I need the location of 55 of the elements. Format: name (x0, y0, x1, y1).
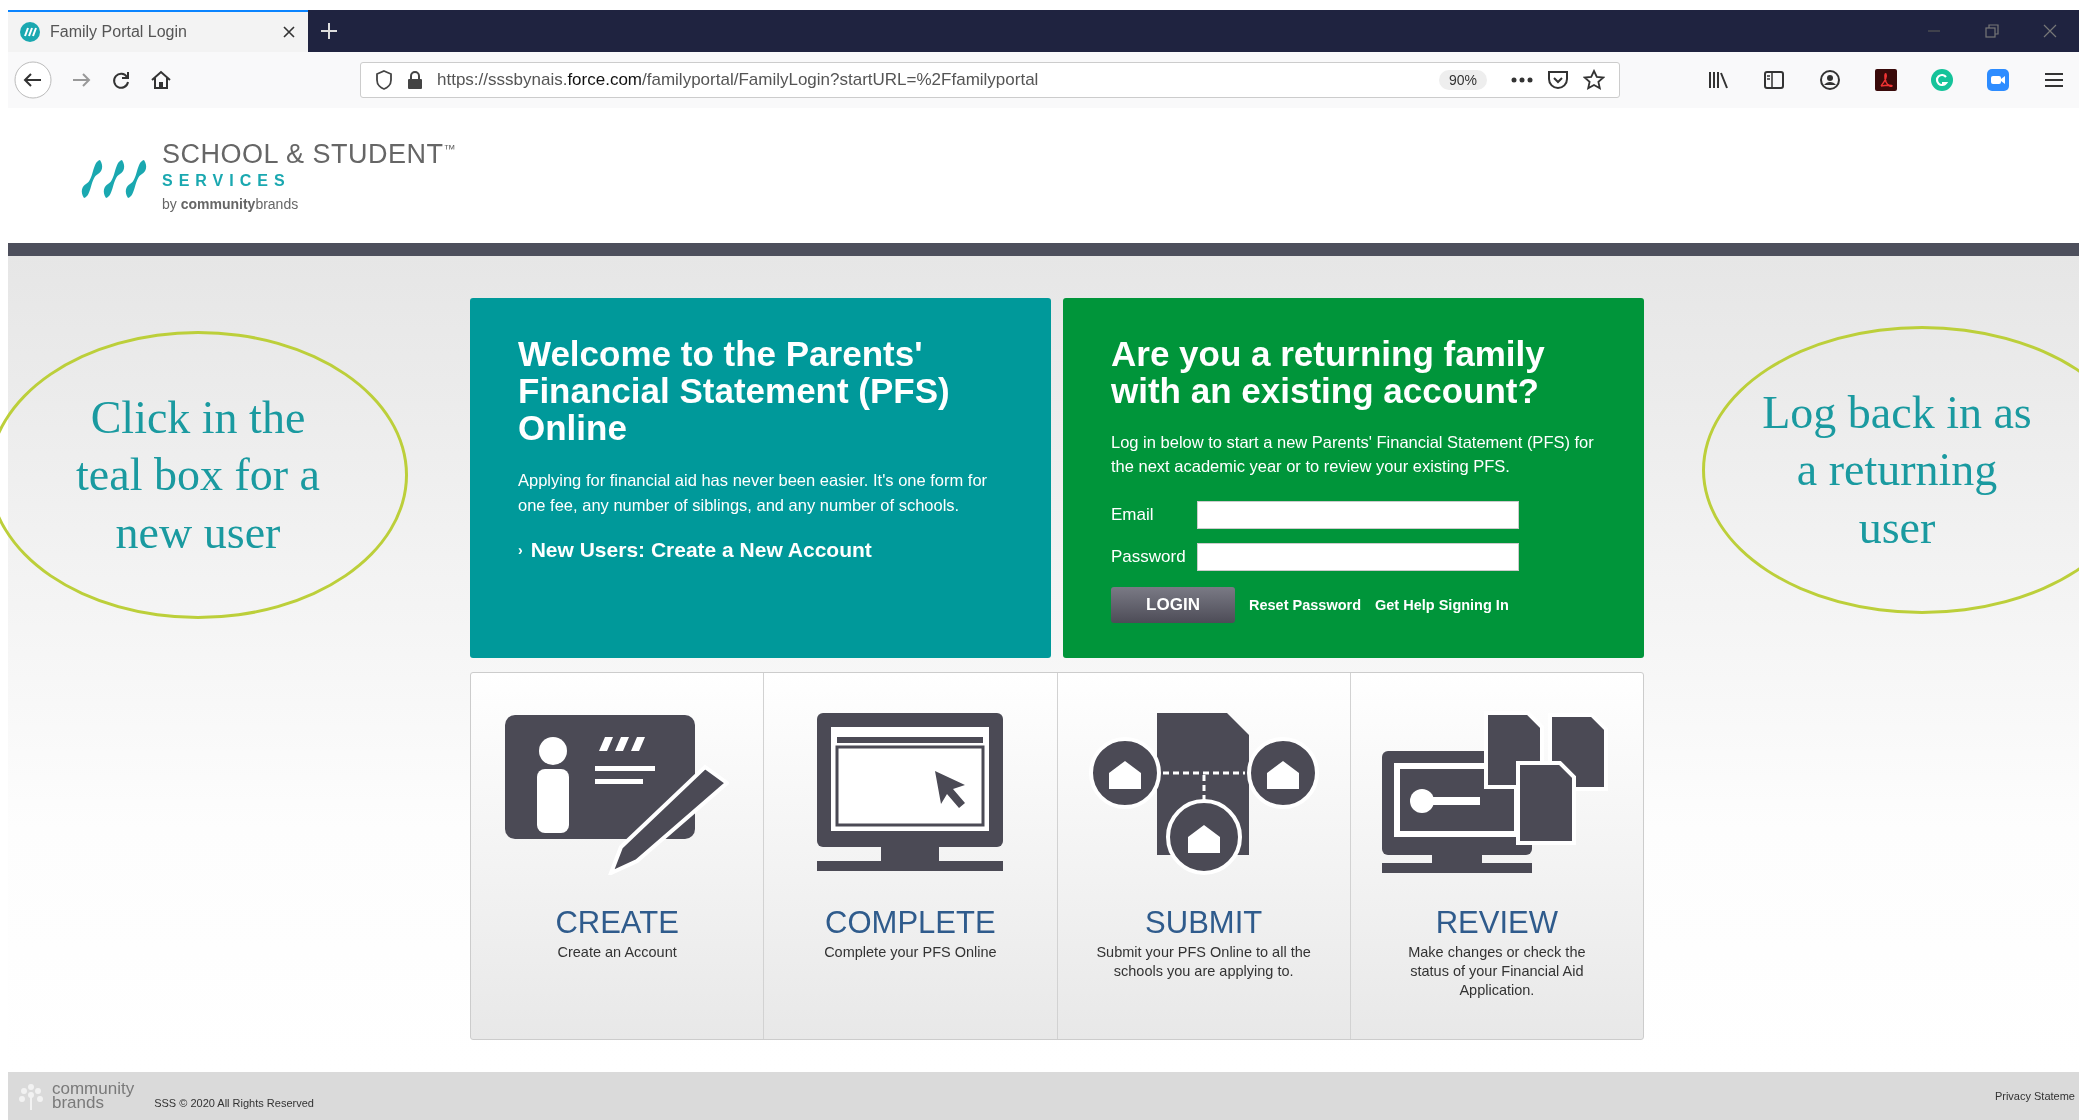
login-button[interactable]: LOGIN (1111, 587, 1235, 623)
trademark-sign: ™ (443, 142, 457, 156)
callout-text: Click in the teal box for a new user (75, 390, 321, 560)
logo-title: SCHOOL & STUDENT (162, 139, 444, 169)
tree-logo-icon (16, 1081, 46, 1111)
zoom-level[interactable]: 90% (1438, 70, 1487, 90)
account-icon[interactable] (1819, 69, 1841, 91)
step-description: Create an Account (556, 943, 678, 962)
field-label: Password (1111, 547, 1187, 567)
step-title: REVIEW (1435, 905, 1558, 941)
brand-name: community (52, 1081, 135, 1096)
step-description: Complete your PFS Online (823, 943, 998, 962)
step-description: Submit your PFS Online to all the schools you are applying to. (1095, 943, 1312, 981)
step-title: SUBMIT (1145, 905, 1263, 941)
privacy-link[interactable]: Privacy Stateme (1994, 1090, 2075, 1102)
shield-icon (375, 70, 393, 90)
lock-icon (407, 71, 423, 89)
panel-title: Welcome to the Parents' Financial Statement (PFS) Online (518, 336, 951, 447)
help-link[interactable]: Reset Password (1249, 597, 1362, 613)
logo-byline: by communitybrands (162, 196, 299, 212)
star-icon[interactable] (1583, 69, 1605, 91)
password-field[interactable] (1197, 543, 1519, 571)
panel-description: Log in below to start a new Parents' Financial Statement (PFS) for the next academic year or to review your existing PFS. (1111, 431, 1595, 478)
reload-icon[interactable] (110, 69, 132, 91)
pocket-icon[interactable] (1547, 70, 1569, 90)
logo-subtitle: SERVICES (162, 172, 291, 190)
url-text: https://sssbynais.force.com/familyportal/FamilyLogin?startURL=%2Ffamilyportal (437, 70, 1039, 90)
logo-icon (20, 22, 40, 42)
pdf-icon[interactable] (1875, 69, 1897, 91)
panel-description: Applying for financial aid has never been easier. It's one form for one fee, any number of siblings, and any number of schools. (518, 470, 989, 516)
step-title: COMPLETE (825, 905, 996, 941)
step-description: Make changes or check the status of your Financial Aid Application. (1407, 943, 1587, 1000)
new-tab-icon[interactable] (320, 22, 338, 40)
field-label: Email (1111, 505, 1155, 525)
more-icon[interactable] (1511, 77, 1533, 83)
help-link[interactable]: Get Help Signing In (1375, 597, 1509, 613)
brand-name: brands (52, 1096, 104, 1111)
video-camera-icon[interactable] (1987, 69, 2009, 91)
step-title: CREATE (555, 905, 679, 941)
callout-text: Log back in as a returning user (1762, 385, 2032, 555)
copyright-text: SSS © 2020 All Rights Reserved (154, 1097, 314, 1109)
browser-tab[interactable]: Family Portal Login (8, 10, 308, 52)
email-field[interactable] (1197, 501, 1519, 529)
new-user-panel[interactable] (470, 298, 1051, 658)
library-icon[interactable] (1707, 70, 1729, 90)
create-account-link[interactable]: New Users: Create a New Account (530, 537, 872, 562)
close-icon[interactable] (282, 25, 296, 39)
back-icon[interactable] (14, 61, 52, 99)
bullet-mark: › (518, 541, 523, 558)
panel-title: Are you a returning family with an existing account? (1111, 336, 1546, 410)
menu-icon[interactable] (2043, 71, 2065, 89)
sidebar-icon[interactable] (1763, 70, 1785, 90)
home-icon[interactable] (150, 69, 172, 91)
address-bar[interactable]: https://sssbynais.force.com/familyportal/FamilyLogin?startURL=%2Ffamilyportal 90% (360, 62, 1620, 98)
restore-icon[interactable] (1985, 24, 1999, 38)
